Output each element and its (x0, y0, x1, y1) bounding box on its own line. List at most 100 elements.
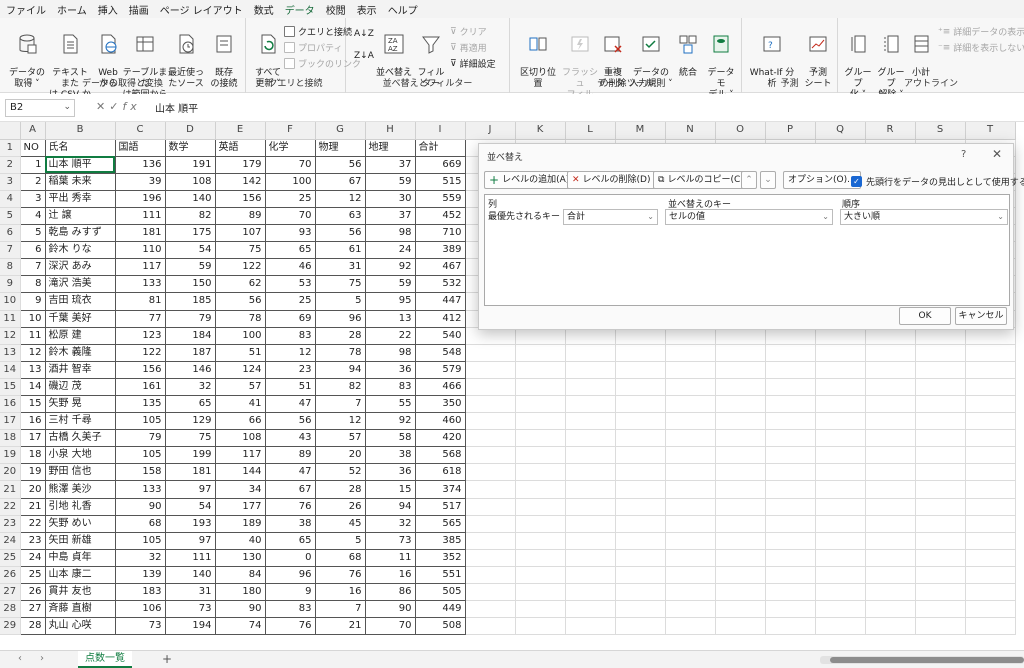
cell[interactable] (865, 532, 916, 550)
cell[interactable] (915, 378, 966, 397)
cell[interactable]: 67 (315, 173, 366, 191)
cell[interactable] (515, 583, 566, 602)
row-header[interactable]: 14 (0, 361, 21, 379)
sort-button[interactable]: ZA AZ 並べ替え (376, 22, 412, 79)
cell[interactable]: 16 (365, 566, 416, 585)
cell[interactable] (865, 463, 916, 482)
cell[interactable] (765, 532, 816, 550)
cell[interactable] (465, 344, 516, 362)
cell[interactable]: 61 (315, 241, 366, 260)
cell[interactable]: 磯辺 茂 (45, 378, 116, 397)
cell[interactable] (515, 412, 566, 431)
cell[interactable]: 107 (215, 224, 266, 243)
cell[interactable]: 2 (20, 173, 46, 191)
menu-item[interactable]: 校閲 (326, 2, 346, 17)
cell[interactable]: 65 (265, 241, 316, 260)
cell[interactable]: 106 (115, 600, 166, 619)
row-header[interactable]: 15 (0, 378, 21, 397)
cell[interactable]: 158 (115, 463, 166, 482)
cell[interactable] (565, 566, 616, 585)
cell[interactable] (615, 600, 666, 619)
row-header[interactable]: 25 (0, 549, 21, 567)
cell[interactable]: 75 (215, 241, 266, 260)
cell[interactable]: 38 (265, 515, 316, 533)
cell[interactable] (965, 429, 1016, 448)
cell[interactable]: 710 (415, 224, 466, 243)
cell[interactable]: 1 (20, 156, 46, 174)
cell[interactable]: 26 (20, 583, 46, 602)
column-header[interactable]: L (565, 122, 616, 140)
cell[interactable]: 5 (315, 292, 366, 311)
cell[interactable] (965, 583, 1016, 602)
cell[interactable]: 54 (165, 241, 216, 260)
cell[interactable]: 142 (215, 173, 266, 191)
cell[interactable] (865, 515, 916, 533)
row-header[interactable]: 4 (0, 190, 21, 208)
cell[interactable]: 矢野 晃 (45, 395, 116, 414)
cell[interactable] (965, 412, 1016, 431)
cell[interactable] (615, 463, 666, 482)
cell[interactable]: 532 (415, 275, 466, 294)
cell[interactable]: 133 (115, 275, 166, 294)
cell[interactable] (965, 344, 1016, 362)
cell[interactable] (915, 446, 966, 465)
cell[interactable] (965, 446, 1016, 465)
cell[interactable]: 89 (265, 446, 316, 465)
cell[interactable]: 180 (215, 583, 266, 602)
cell[interactable] (665, 600, 716, 619)
cell[interactable]: 68 (315, 549, 366, 567)
cell[interactable]: 物理 (315, 139, 366, 157)
row-header[interactable]: 16 (0, 395, 21, 414)
cell[interactable] (615, 583, 666, 602)
cell[interactable] (865, 412, 916, 431)
cell[interactable] (515, 515, 566, 533)
cell[interactable] (615, 549, 666, 567)
cell[interactable]: 7 (315, 395, 366, 414)
cell[interactable]: 古橋 久美子 (45, 429, 116, 448)
cell[interactable] (565, 463, 616, 482)
cell[interactable]: 92 (365, 412, 416, 431)
cell[interactable] (915, 566, 966, 585)
cell[interactable] (915, 395, 966, 414)
column-header[interactable]: M (615, 122, 666, 140)
cell[interactable] (665, 515, 716, 533)
cell[interactable] (915, 532, 966, 550)
cell[interactable] (615, 412, 666, 431)
cell[interactable]: 山本 順平 (45, 156, 116, 174)
cell[interactable] (515, 463, 566, 482)
cell[interactable] (815, 361, 866, 379)
ungroup-button[interactable]: グループ 解除 ˅ (874, 22, 908, 101)
cell[interactable]: 丸山 心咲 (45, 617, 116, 636)
cell[interactable]: 70 (265, 207, 316, 226)
cell[interactable] (765, 429, 816, 448)
prev-sheet-icon[interactable]: ‹ (18, 653, 22, 664)
cell[interactable] (615, 344, 666, 362)
sort-asc-button[interactable]: A↓Z (354, 26, 374, 41)
cell[interactable]: 73 (115, 617, 166, 636)
cell[interactable]: 98 (365, 224, 416, 243)
cell[interactable]: 30 (365, 190, 416, 208)
row-header[interactable]: 3 (0, 173, 21, 191)
cell[interactable] (965, 600, 1016, 619)
cell[interactable]: 59 (365, 275, 416, 294)
cell[interactable] (465, 515, 516, 533)
cell[interactable]: 乾島 みすず (45, 224, 116, 243)
cell[interactable] (515, 446, 566, 465)
cell[interactable]: 52 (315, 463, 366, 482)
cell[interactable]: 96 (265, 566, 316, 585)
cell[interactable]: 22 (365, 327, 416, 345)
cell[interactable]: 70 (365, 617, 416, 636)
sort-on-select[interactable]: セルの値 ⌄ (665, 209, 833, 225)
row-header[interactable]: 21 (0, 480, 21, 499)
cell[interactable] (465, 532, 516, 550)
cell[interactable]: 引地 礼香 (45, 498, 116, 516)
cell[interactable]: 14 (20, 378, 46, 397)
queries-connections-button[interactable]: クエリと接続 (284, 24, 352, 39)
cell[interactable] (865, 480, 916, 499)
cell[interactable] (915, 583, 966, 602)
column-header[interactable]: T (965, 122, 1016, 140)
cell[interactable] (965, 515, 1016, 533)
cell[interactable] (915, 361, 966, 379)
cell[interactable] (665, 429, 716, 448)
cell[interactable]: 111 (165, 549, 216, 567)
